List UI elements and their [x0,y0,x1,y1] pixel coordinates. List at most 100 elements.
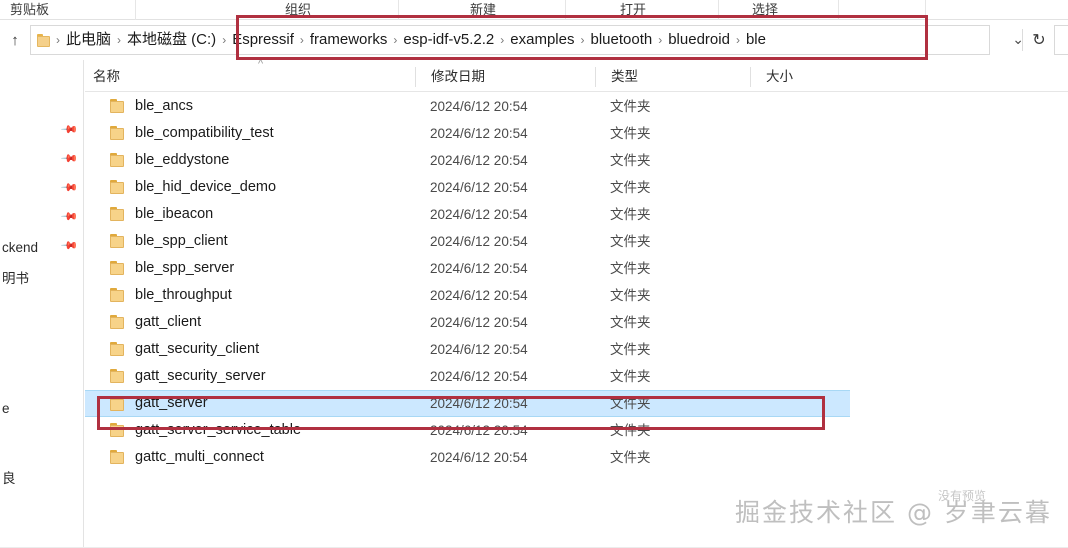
table-row[interactable]: ble_hid_device_demo 2024/6/12 20:54 文件夹 [85,174,1068,201]
file-date: 2024/6/12 20:54 [430,396,528,411]
breadcrumb-item-1[interactable]: 本地磁盘 (C:) [122,26,221,54]
nav-item-label: ckend [2,239,39,255]
file-list[interactable]: ble_ancs 2024/6/12 20:54 文件夹 ble_compatibil… [85,93,1068,493]
nav-item-4[interactable]: ckend 📌 [0,236,83,258]
breadcrumb-item-8[interactable]: ble [741,26,771,54]
folder-icon [110,207,126,221]
folder-icon [110,423,126,437]
table-row[interactable]: ble_ibeacon 2024/6/12 20:54 文件夹 [85,201,1068,228]
column-divider[interactable] [750,67,751,87]
no-preview-label: 没有预览 [938,489,987,503]
file-date: 2024/6/12 20:54 [430,126,528,141]
file-name: ble_ibeacon [135,206,214,222]
file-name: gatt_security_server [135,368,266,384]
nav-item-0[interactable]: 📌 [0,120,83,142]
ribbon-separator [565,0,566,20]
column-header-2[interactable]: 类型 [603,62,638,92]
file-type: 文件夹 [610,288,651,303]
ribbon-strip: 剪贴板 组织 新建 打开 选择 [0,0,1068,20]
file-name: ble_ancs [135,98,194,114]
breadcrumb-item-4[interactable]: esp-idf-v5.2.2 [398,26,499,54]
table-row[interactable]: gatt_security_client 2024/6/12 20:54 文件夹 [85,336,1068,363]
column-divider[interactable] [595,67,596,87]
breadcrumb[interactable]: › 此电脑 › 本地磁盘 (C:) › Espressif › frameworks › esp-… [30,25,990,55]
table-row[interactable]: ble_ancs 2024/6/12 20:54 文件夹 [85,93,1068,120]
file-date: 2024/6/12 20:54 [430,288,528,303]
table-row[interactable]: gatt_security_server 2024/6/12 20:54 文件夹 [85,363,1068,390]
file-type: 文件夹 [610,153,651,168]
file-type: 文件夹 [610,315,651,330]
file-date: 2024/6/12 20:54 [430,234,528,249]
file-type: 文件夹 [610,423,651,438]
column-headers: 名称 修改日期 类型 大小 [85,62,1068,92]
file-date: 2024/6/12 20:54 [430,315,528,330]
file-type: 文件夹 [610,180,651,195]
file-date: 2024/6/12 20:54 [430,207,528,222]
breadcrumb-item-3[interactable]: frameworks [305,26,393,54]
refresh-icon[interactable]: ↻ [1028,29,1050,51]
column-header-3[interactable]: 大小 [758,62,793,92]
folder-icon [110,153,126,167]
ribbon-group-1[interactable]: 组织 [285,0,375,20]
pin-icon[interactable]: 📌 [59,120,79,140]
breadcrumb-item-5[interactable]: examples [505,26,579,54]
breadcrumb-item-0[interactable]: 此电脑 [61,26,116,54]
folder-icon [110,126,126,140]
nav-item-6[interactable]: e [0,397,83,419]
table-row[interactable]: ble_throughput 2024/6/12 20:54 文件夹 [85,282,1068,309]
ribbon-group-2[interactable]: 新建 [470,0,560,20]
up-arrow-icon[interactable]: ↑ [4,29,26,51]
pin-icon[interactable]: 📌 [59,236,79,256]
search-box-stub[interactable] [1054,25,1068,55]
ribbon-group-0[interactable]: 剪贴板 [10,0,130,20]
file-date: 2024/6/12 20:54 [430,261,528,276]
table-row[interactable]: ble_compatibility_test 2024/6/12 20:54 文件夹 [85,120,1068,147]
breadcrumb-item-6[interactable]: bluetooth [585,26,657,54]
folder-icon [110,369,126,383]
navigation-pane: 📌 📌 📌 📌 ckend 📌 明书 e 良 [0,60,84,548]
file-type: 文件夹 [610,126,651,141]
file-type: 文件夹 [610,396,651,411]
file-date: 2024/6/12 20:54 [430,180,528,195]
breadcrumb-item-7[interactable]: bluedroid [663,26,735,54]
table-row[interactable]: ble_spp_server 2024/6/12 20:54 文件夹 [85,255,1068,282]
column-divider[interactable] [415,67,416,87]
folder-icon [110,180,126,194]
file-explorer-window: 剪贴板 组织 新建 打开 选择 ↑ › 此电脑 › 本地磁盘 (C:) › Espressif › f… [0,0,1068,548]
file-type: 文件夹 [610,369,651,384]
folder-icon [37,33,52,47]
table-row[interactable]: gatt_server_service_table 2024/6/12 20:54… [85,417,1068,444]
pin-icon[interactable]: 📌 [59,149,79,169]
nav-item-7[interactable]: 良 [0,466,83,488]
nav-item-3[interactable]: 📌 [0,207,83,229]
folder-icon [110,342,126,356]
pin-icon[interactable]: 📌 [59,178,79,198]
nav-item-1[interactable]: 📌 [0,149,83,171]
table-row[interactable]: gatt_server 2024/6/12 20:54 文件夹 [85,390,850,417]
file-name: ble_eddystone [135,152,230,168]
pin-icon[interactable]: 📌 [59,207,79,227]
breadcrumb-item-2[interactable]: Espressif [227,26,299,54]
nav-item-5[interactable]: 明书 [0,266,83,288]
table-row[interactable]: ble_eddystone 2024/6/12 20:54 文件夹 [85,147,1068,174]
address-divider [1022,29,1023,51]
folder-icon [110,288,126,302]
sort-ascending-icon: ^ [258,58,264,70]
ribbon-separator [398,0,399,20]
file-type: 文件夹 [610,261,651,276]
table-row[interactable]: gatt_client 2024/6/12 20:54 文件夹 [85,309,1068,336]
folder-icon [110,234,126,248]
file-name: gatt_security_client [135,341,260,357]
table-row[interactable]: ble_spp_client 2024/6/12 20:54 文件夹 [85,228,1068,255]
table-row[interactable]: gattc_multi_connect 2024/6/12 20:54 文件夹 [85,444,1068,471]
nav-item-2[interactable]: 📌 [0,178,83,200]
file-date: 2024/6/12 20:54 [430,369,528,384]
column-header-0[interactable]: 名称 [85,62,120,92]
file-name: gatt_client [135,314,202,330]
address-bar: ↑ › 此电脑 › 本地磁盘 (C:) › Espressif › frameworks › es… [0,21,1068,59]
column-header-1[interactable]: 修改日期 [423,62,485,92]
ribbon-group-4[interactable]: 选择 [752,0,842,20]
file-name: ble_compatibility_test [135,125,274,141]
ribbon-group-3[interactable]: 打开 [620,0,710,20]
file-name: gatt_server [135,395,208,411]
